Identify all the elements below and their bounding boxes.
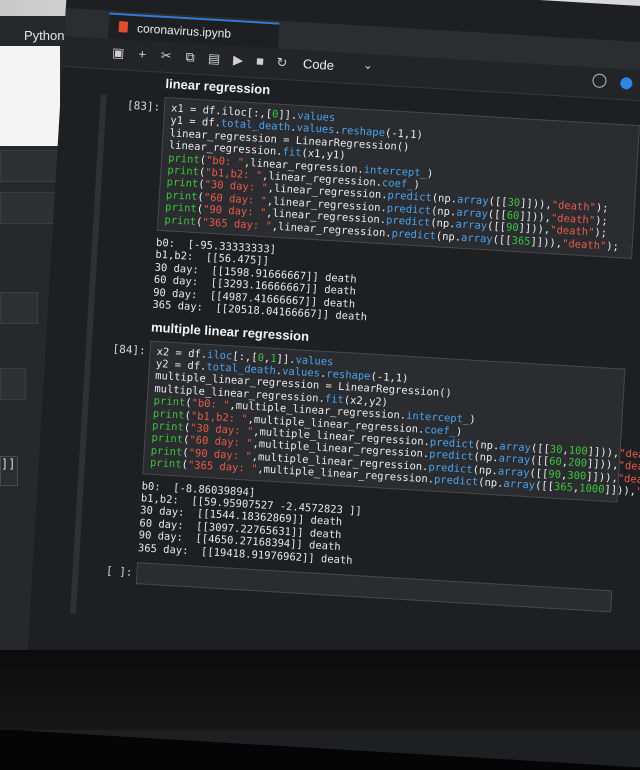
add-icon[interactable]: + [133, 46, 152, 62]
notebook-cells: linear regression [83]: x1 = df.iloc[:,[0]… [91, 73, 640, 620]
code-editor[interactable]: x2 = df.iloc[:,[0,1]].values y2 = df.tot… [142, 340, 640, 503]
stop-icon[interactable]: ■ [251, 53, 270, 69]
copy-icon[interactable]: ⧉ [181, 49, 200, 66]
sidebar-field[interactable] [0, 150, 58, 182]
toolbar-status-icons [592, 73, 640, 97]
cell-type-select[interactable]: Code [303, 56, 335, 73]
notebook-file-icon [118, 21, 129, 33]
save-icon[interactable]: ▣ [109, 45, 128, 62]
paste-icon[interactable]: ▤ [205, 50, 224, 67]
cut-icon[interactable]: ✂ [157, 47, 176, 64]
code-cell[interactable]: [83]: x1 = df.iloc[:,[0]].values y1 = df.… [108, 94, 640, 339]
cell-prompt: [ ]: [105, 564, 133, 579]
sidebar-field[interactable] [0, 292, 38, 324]
sidebar-preview-panel [0, 46, 60, 146]
cell-prompt: [84]: [112, 341, 147, 357]
sidebar-field[interactable] [0, 192, 56, 224]
sidebar-field[interactable] [0, 368, 26, 400]
tab-title: coronavirus.ipynb [136, 21, 232, 41]
code-text: x1 = df.iloc[:,[0]].values y1 = df.total… [164, 102, 620, 253]
chevron-down-icon[interactable]: ⌄ [363, 58, 374, 73]
code-editor[interactable]: x1 = df.iloc[:,[0]].values y1 = df.total… [156, 96, 640, 260]
monitor-bezel-bottom [0, 650, 640, 730]
code-text: x2 = df.iloc[:,[0,1]].values y2 = df.tot… [149, 345, 640, 501]
run-icon[interactable]: ▶ [229, 52, 248, 69]
check-badge-icon [620, 76, 634, 90]
code-cell[interactable]: [84]: x2 = df.iloc[:,[0,1]].values y2 = d… [94, 337, 640, 582]
sidebar-bracket: ]] [0, 456, 18, 486]
restart-icon[interactable]: ↻ [273, 54, 292, 71]
cell-prompt: [83]: [126, 98, 161, 114]
kernel-idle-icon [592, 73, 607, 89]
